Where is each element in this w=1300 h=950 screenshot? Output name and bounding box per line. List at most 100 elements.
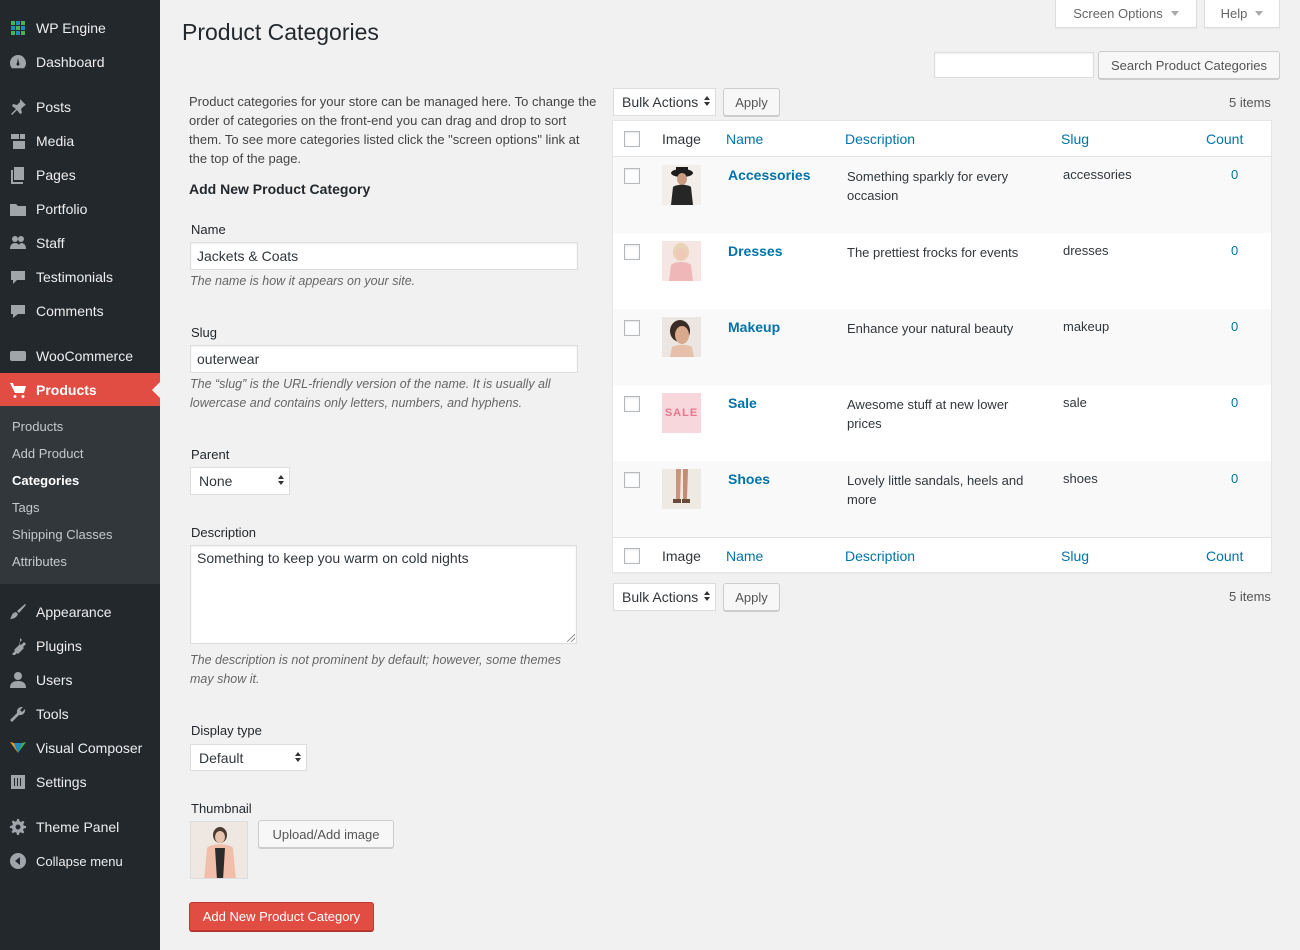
menu-users[interactable]: Users: [0, 663, 160, 697]
category-slug: makeup: [1063, 319, 1110, 334]
menu-dashboard[interactable]: Dashboard: [0, 45, 160, 79]
menu-posts[interactable]: Posts: [0, 90, 160, 124]
parent-select[interactable]: None: [190, 467, 290, 495]
description-textarea[interactable]: Something to keep you warm on cold night…: [190, 545, 577, 644]
category-name-link[interactable]: Dresses: [728, 243, 783, 259]
slug-help: The “slug” is the URL-friendly version o…: [190, 377, 551, 410]
menu-media[interactable]: Media: [0, 124, 160, 158]
menu-label: Testimonials: [36, 269, 114, 285]
menu-comments[interactable]: Comments: [0, 294, 160, 328]
submenu-attributes[interactable]: Attributes: [12, 548, 67, 575]
row-checkbox[interactable]: [624, 472, 640, 488]
category-name-link[interactable]: Accessories: [728, 167, 811, 183]
resize-grip-icon[interactable]: [567, 634, 575, 642]
menu-wp-engine[interactable]: WP Engine: [0, 11, 160, 45]
menu-theme-panel[interactable]: Theme Panel: [0, 810, 160, 844]
submenu-add-product[interactable]: Add Product: [12, 440, 84, 467]
menu-plugins[interactable]: Plugins: [0, 629, 160, 663]
category-name-link[interactable]: Shoes: [728, 471, 770, 487]
category-count-link[interactable]: 0: [1231, 243, 1238, 258]
apply-button-top[interactable]: Apply: [723, 88, 780, 116]
caret-down-icon: [1255, 11, 1264, 16]
column-header-image: Image: [662, 131, 701, 147]
column-footer-name[interactable]: Name: [726, 548, 763, 564]
add-category-button[interactable]: Add New Product Category: [189, 902, 374, 931]
category-count-link[interactable]: 0: [1231, 395, 1238, 410]
bulk-actions-select-top[interactable]: Bulk Actions: [613, 88, 716, 116]
column-header-description[interactable]: Description: [845, 131, 915, 147]
menu-label: Staff: [36, 235, 65, 251]
table-row: Shoes Lovely little sandals, heels and m…: [613, 461, 1271, 537]
collapse-menu-button[interactable]: Collapse menu: [0, 844, 160, 878]
category-count-link[interactable]: 0: [1231, 167, 1238, 182]
upload-image-button[interactable]: Upload/Add image: [258, 820, 394, 848]
menu-settings[interactable]: Settings: [0, 765, 160, 799]
category-description: Something sparkly for every occasion: [847, 169, 1009, 203]
help-button[interactable]: Help: [1204, 0, 1280, 28]
description-value: Something to keep you warm on cold night…: [197, 550, 469, 566]
menu-label: Comments: [36, 303, 104, 319]
row-checkbox[interactable]: [624, 168, 640, 184]
column-footer-slug[interactable]: Slug: [1061, 548, 1089, 564]
menu-label: Pages: [36, 167, 76, 183]
category-name-link[interactable]: Sale: [728, 395, 757, 411]
menu-testimonials[interactable]: Testimonials: [0, 260, 160, 294]
category-slug: accessories: [1063, 167, 1132, 182]
menu-label: Appearance: [36, 604, 112, 620]
menu-pages[interactable]: Pages: [0, 158, 160, 192]
select-all-checkbox-footer[interactable]: [624, 548, 640, 564]
bulk-actions-value: Bulk Actions: [622, 589, 699, 605]
menu-label: WP Engine: [36, 20, 106, 36]
bulk-actions-value: Bulk Actions: [622, 94, 699, 110]
menu-appearance[interactable]: Appearance: [0, 595, 160, 629]
row-checkbox[interactable]: [624, 320, 640, 336]
search-categories-button[interactable]: Search Product Categories: [1098, 51, 1280, 79]
apply-button-bottom[interactable]: Apply: [723, 583, 780, 611]
column-header-name[interactable]: Name: [726, 131, 763, 147]
display-type-select[interactable]: Default: [190, 744, 307, 771]
speech-bubble-icon: [11, 271, 25, 284]
select-arrows-icon: [295, 752, 301, 762]
vc-icon: [10, 742, 26, 753]
category-thumbnail: [662, 317, 701, 357]
intro-text: Product categories for your store can be…: [189, 94, 597, 166]
search-input[interactable]: [934, 52, 1094, 78]
name-label: Name: [191, 222, 226, 237]
menu-staff[interactable]: Staff: [0, 226, 160, 260]
menu-products[interactable]: Products: [0, 373, 160, 407]
bulk-actions-select-bottom[interactable]: Bulk Actions: [613, 583, 716, 611]
category-thumbnail: [662, 241, 701, 281]
row-checkbox[interactable]: [624, 244, 640, 260]
submenu-categories[interactable]: Categories: [12, 467, 79, 494]
category-name-link[interactable]: Makeup: [728, 319, 780, 335]
sliders-icon: [11, 775, 25, 789]
column-footer-count[interactable]: Count: [1206, 548, 1243, 564]
submenu-tags[interactable]: Tags: [12, 494, 39, 521]
name-input[interactable]: Jackets & Coats: [190, 242, 578, 270]
category-count-link[interactable]: 0: [1231, 471, 1238, 486]
submenu-products[interactable]: Products: [12, 413, 63, 440]
select-all-checkbox[interactable]: [624, 131, 640, 147]
column-footer-description[interactable]: Description: [845, 548, 915, 564]
screen-options-button[interactable]: Screen Options: [1055, 0, 1197, 28]
menu-portfolio[interactable]: Portfolio: [0, 192, 160, 226]
menu-label: Users: [36, 672, 73, 688]
media-icon: [11, 134, 25, 149]
category-count-link[interactable]: 0: [1231, 319, 1238, 334]
slug-input[interactable]: outerwear: [190, 345, 578, 373]
submenu-shipping-classes[interactable]: Shipping Classes: [12, 521, 112, 548]
row-checkbox[interactable]: [624, 396, 640, 412]
menu-tools[interactable]: Tools: [0, 697, 160, 731]
table-header-row: Image Name Description Slug Count: [613, 121, 1271, 157]
cart-icon: [10, 383, 26, 398]
category-slug: sale: [1063, 395, 1087, 410]
column-header-slug[interactable]: Slug: [1061, 131, 1089, 147]
form-heading: Add New Product Category: [189, 181, 371, 197]
menu-label: Tools: [36, 706, 69, 722]
column-header-count[interactable]: Count: [1206, 131, 1243, 147]
group-icon: [10, 236, 26, 249]
menu-woocommerce[interactable]: WooCommerce: [0, 339, 160, 373]
woo-icon: [10, 351, 26, 361]
menu-visual-composer[interactable]: Visual Composer: [0, 731, 160, 765]
description-label: Description: [191, 525, 257, 540]
